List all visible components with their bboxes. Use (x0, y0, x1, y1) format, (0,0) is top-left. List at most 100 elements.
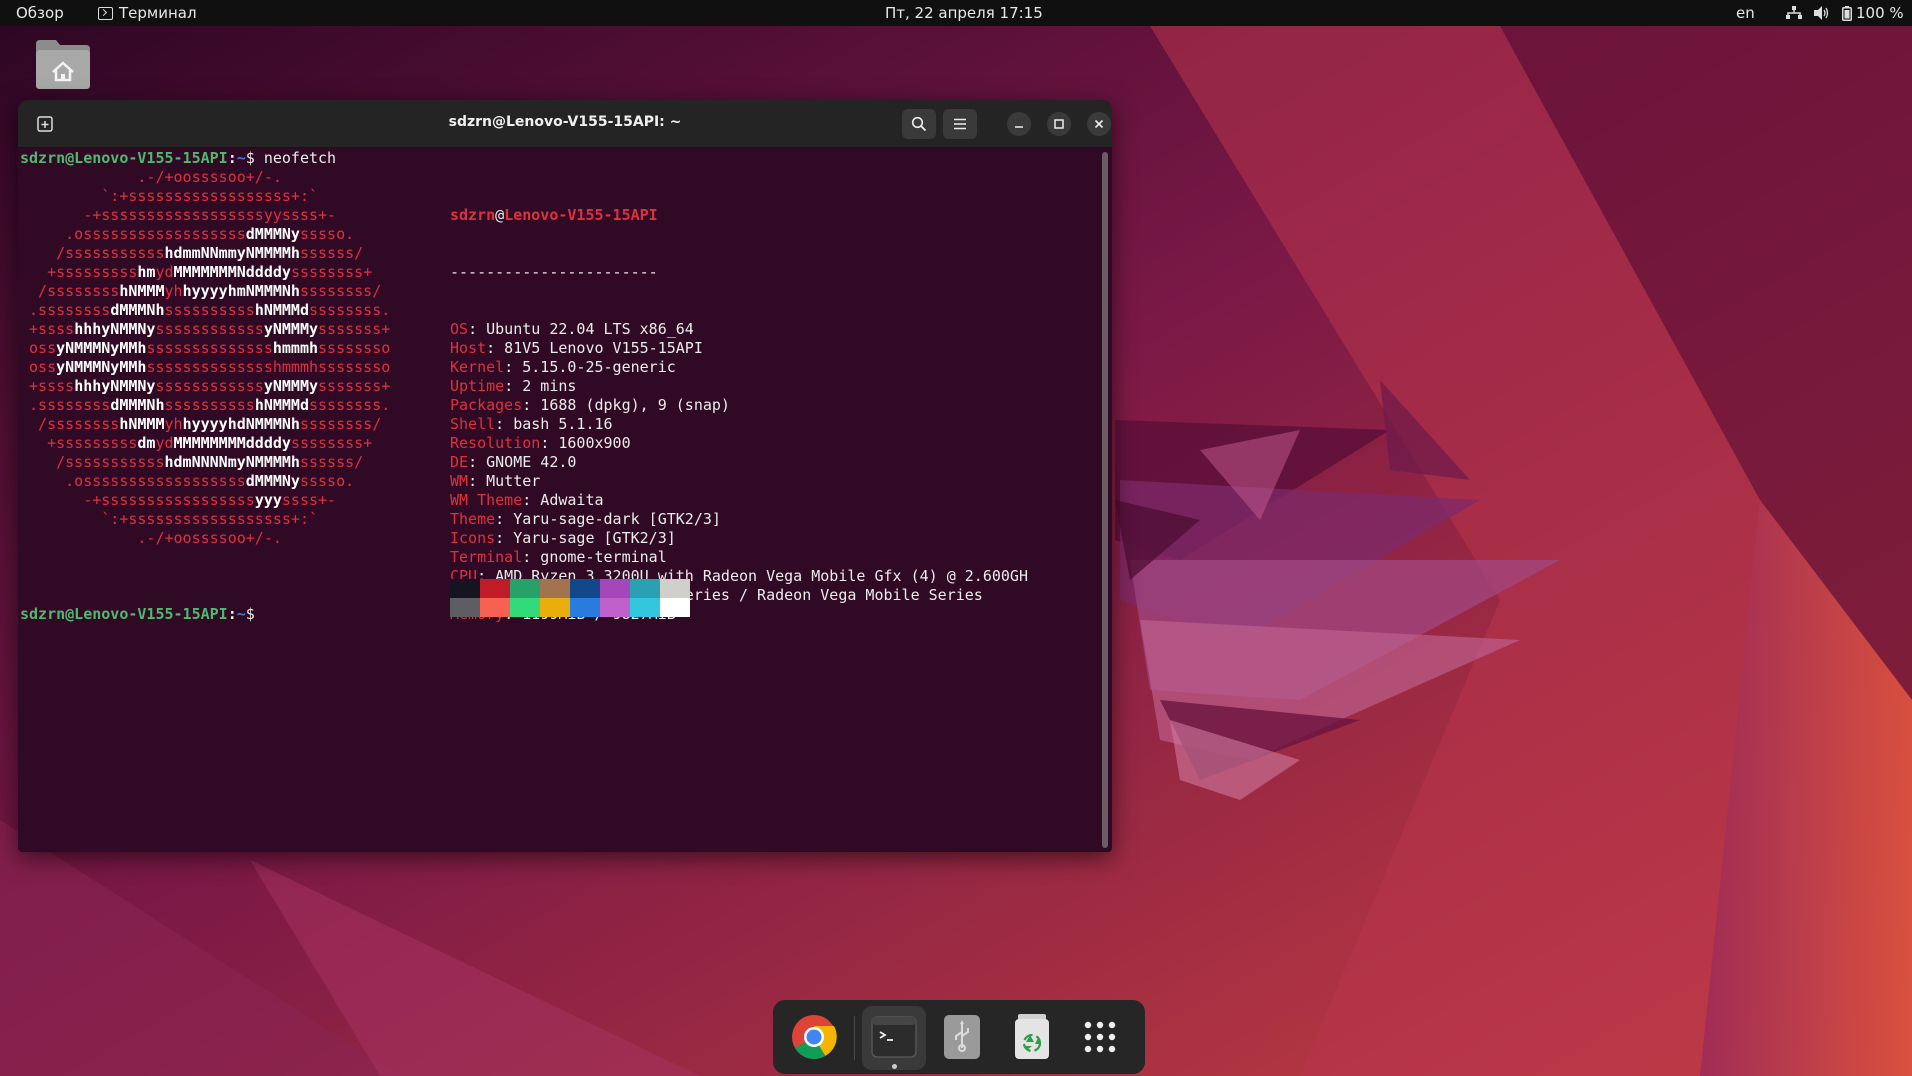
prompt-separator: : (227, 605, 237, 623)
close-button[interactable] (1087, 112, 1111, 136)
logo-segment: /sssssssssss (20, 244, 165, 262)
color-swatch (630, 579, 660, 598)
battery-icon (1842, 5, 1852, 21)
hamburger-menu-button[interactable] (943, 109, 977, 139)
terminal-scrollbar[interactable] (1102, 152, 1108, 848)
info-key: Host (450, 339, 487, 357)
logo-segment: /ssssssss (20, 415, 120, 433)
home-folder-icon[interactable] (34, 36, 92, 90)
app-menu[interactable]: Терминал (98, 4, 197, 22)
logo-segment: sssssss+ (318, 377, 391, 395)
info-user: sdzrn (450, 206, 496, 224)
info-key: Theme (450, 510, 496, 528)
logo-segment: /ssssssss (20, 282, 120, 300)
logo-segment: dm (137, 434, 156, 452)
battery-percentage: 100 % (1856, 4, 1904, 22)
search-button[interactable] (902, 109, 936, 139)
logo-line: +sssshhhyNMMNyssssssssssssyNMMMysssssss+ (20, 320, 390, 339)
logo-segment: ssssssss+ (290, 263, 373, 281)
logo-segment: .-/+oossssoo+/-. (20, 529, 282, 547)
color-swatch (600, 579, 630, 598)
app-grid-icon (1084, 1021, 1116, 1053)
info-value: : Yaru-sage [GTK2/3] (495, 529, 676, 547)
logo-line: +ssssssssshmydMMMMMMMNddddyssssssss+ (20, 263, 390, 282)
trash-icon (1015, 1014, 1049, 1059)
info-line: OS: Ubuntu 22.04 LTS x86_64 (450, 320, 1028, 339)
logo-segment: +ssss (20, 320, 75, 338)
info-value: : Ubuntu 22.04 LTS x86_64 (468, 320, 694, 338)
logo-segment: ssssssssss (164, 301, 255, 319)
usb-drive-launcher[interactable] (936, 1011, 988, 1063)
volume-icon (1814, 6, 1829, 20)
minimize-button[interactable] (1007, 112, 1031, 136)
info-key: DE (450, 453, 469, 471)
trash-launcher[interactable] (1006, 1011, 1058, 1063)
logo-segment: hNMMM (119, 415, 165, 433)
logo-line: .ossssssssssssssssssdMMMNysssso. (20, 472, 390, 491)
dock-separator (854, 1016, 855, 1060)
logo-segment: yNMMMNyMMh (56, 339, 147, 357)
logo-segment: hdmmNNmmyNMMMMh (164, 244, 300, 262)
show-apps-button[interactable] (1074, 1011, 1126, 1063)
logo-segment: .ossssssssssssssssss (20, 225, 246, 243)
maximize-button[interactable] (1047, 112, 1071, 136)
clock[interactable]: Пт, 22 апреля 17:15 (885, 4, 1043, 22)
info-key: Icons (450, 529, 496, 547)
terminal-launcher[interactable] (868, 1011, 920, 1063)
logo-segment: ssssssssssss (155, 320, 264, 338)
dock (773, 1000, 1145, 1074)
info-key: Shell (450, 415, 496, 433)
logo-segment: yNMMMy (263, 320, 319, 338)
info-key: Kernel (450, 358, 505, 376)
logo-segment: yNMMMNyMMh (56, 358, 147, 376)
logo-line: +sssshhhyNMMNyssssssssssssyNMMMysssssss+ (20, 377, 390, 396)
prompt-separator: : (227, 149, 237, 167)
logo-segment: ssssssss+ (290, 434, 373, 452)
logo-segment: +ssss (20, 377, 75, 395)
info-key: WM Theme (450, 491, 523, 509)
logo-segment: hmmmh (272, 339, 319, 357)
logo-line: .ssssssssdMMMNhsssssssssshNMMMdssssssss. (20, 396, 390, 415)
logo-segment: sssso. (299, 472, 355, 490)
logo-segment: MMMMMMMNddddy (173, 263, 291, 281)
terminal-output[interactable]: sdzrn@Lenovo-V155-15API:~$ neofetch .-/+… (18, 149, 1102, 852)
logo-segment: hm (137, 263, 156, 281)
logo-segment: hNMMMd (254, 301, 309, 319)
info-host: Lenovo-V155-15API (504, 206, 658, 224)
minimize-icon (1015, 126, 1023, 128)
color-swatch (570, 579, 600, 598)
keyboard-layout-indicator[interactable]: en (1736, 4, 1755, 22)
info-value: : bash 5.1.16 (495, 415, 613, 433)
info-value: : 1600x900 (540, 434, 631, 452)
logo-segment: .ssssssss (20, 396, 111, 414)
logo-segment: .ossssssssssssssssss (20, 472, 246, 490)
color-swatch (660, 598, 690, 617)
logo-segment: hNMMMd (254, 396, 309, 414)
info-value: : Yaru-sage-dark [GTK2/3] (495, 510, 721, 528)
color-swatch (450, 598, 480, 617)
command-text: neofetch (254, 149, 337, 167)
info-key: Uptime (450, 377, 505, 395)
logo-segment: ssssssssssss (155, 377, 264, 395)
info-line: DE: GNOME 42.0 (450, 453, 1028, 472)
app-menu-label: Терминал (119, 4, 197, 22)
color-swatch (540, 579, 570, 598)
info-line: Theme: Yaru-sage-dark [GTK2/3] (450, 510, 1028, 529)
info-line: Terminal: gnome-terminal (450, 548, 1028, 567)
logo-segment: ssssss/ (299, 453, 364, 471)
window-titlebar[interactable]: sdzrn@Lenovo-V155-15API: ~ (18, 100, 1112, 148)
info-value: : GNOME 42.0 (468, 453, 577, 471)
info-key: Terminal (450, 548, 523, 566)
activities-button[interactable]: Обзор (16, 4, 64, 22)
logo-segment: yNMMMy (263, 377, 319, 395)
terminal-window[interactable]: sdzrn@Lenovo-V155-15API: ~ sdzrn@Lenovo-… (18, 100, 1112, 852)
logo-segment: sssssssssssssshmmmhssssssso (146, 358, 391, 376)
hamburger-icon (954, 118, 966, 130)
prompt-line: sdzrn@Lenovo-V155-15API:~$ (20, 605, 255, 624)
chrome-launcher[interactable] (788, 1011, 840, 1063)
logo-segment: dMMMNh (110, 396, 165, 414)
logo-line: `:+ssssssssssssssssss+:` (20, 510, 390, 529)
prompt-path: ~ (236, 605, 246, 623)
system-tray[interactable]: 100 % (1786, 4, 1904, 22)
logo-segment: dMMMNy (245, 225, 300, 243)
